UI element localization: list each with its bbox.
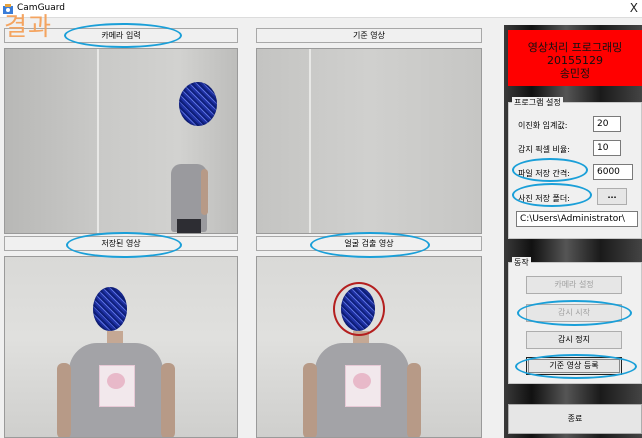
browse-folder-button[interactable]: ... <box>597 188 627 205</box>
binary-threshold-label: 이진화 임계값: <box>518 121 568 130</box>
photo-folder-label: 사진 저장 폴더: <box>518 194 570 203</box>
settings-group-title: 프로그램 설정 <box>512 97 563 108</box>
file-interval-input[interactable]: 6000 <box>593 164 633 180</box>
reference-image-label: 기준 영상 <box>353 31 385 40</box>
pixel-ratio-input[interactable]: 10 <box>593 140 621 156</box>
face-detect-label: 얼굴 검출 영상 <box>344 239 394 248</box>
person-left-arm <box>57 363 71 437</box>
face-detection-circle <box>333 282 385 336</box>
banner-course: 영상처리 프로그래밍 <box>527 41 623 54</box>
reference-image-header: 기준 영상 <box>256 28 482 43</box>
shirt-print-bear <box>107 373 125 389</box>
register-reference-button[interactable]: 기준 영상 등록 <box>526 357 622 375</box>
door-edge <box>309 49 311 233</box>
binary-threshold-input[interactable]: 20 <box>593 116 621 132</box>
door-edge <box>97 49 99 233</box>
person-left-arm <box>303 363 317 437</box>
blurred-face <box>93 287 127 331</box>
title-bar: CamGuard X <box>0 0 642 18</box>
face-detect-header: 얼굴 검출 영상 <box>256 236 482 251</box>
saved-image-header: 저장된 영상 <box>4 236 238 251</box>
banner-student-id: 20155129 <box>547 54 603 67</box>
shirt-print-bear <box>353 373 371 389</box>
face-detect-view <box>256 256 482 438</box>
stop-monitor-button[interactable]: 감시 정지 <box>526 331 622 349</box>
person-right-arm <box>161 363 175 437</box>
reference-image-view <box>256 48 482 234</box>
person-arm <box>201 169 208 215</box>
actions-group-title: 동작 <box>512 257 531 268</box>
title-banner: 영상처리 프로그래밍 20155129 송민정 <box>508 30 642 86</box>
close-button[interactable]: X <box>630 1 638 15</box>
banner-student-name: 송민정 <box>559 67 591 80</box>
saved-image-view <box>4 256 238 438</box>
folder-path-input[interactable]: C:\Users\Administrator\ <box>516 211 638 227</box>
exit-button[interactable]: 종료 <box>508 404 642 434</box>
start-monitor-button[interactable]: 감시 시작 <box>526 304 622 322</box>
saved-image-label: 저장된 영상 <box>101 239 141 248</box>
person-right-arm <box>407 363 421 437</box>
blurred-face <box>179 82 217 126</box>
file-interval-label: 파일 저장 간격: <box>518 169 570 178</box>
camera-settings-button[interactable]: 카메라 설정 <box>526 276 622 294</box>
person-legs <box>177 219 201 233</box>
camera-input-label: 카메라 입력 <box>101 31 141 40</box>
pixel-ratio-label: 감지 픽셀 비율: <box>518 145 570 154</box>
result-overlay-label: 결과 <box>4 12 53 41</box>
camera-input-view <box>4 48 238 234</box>
